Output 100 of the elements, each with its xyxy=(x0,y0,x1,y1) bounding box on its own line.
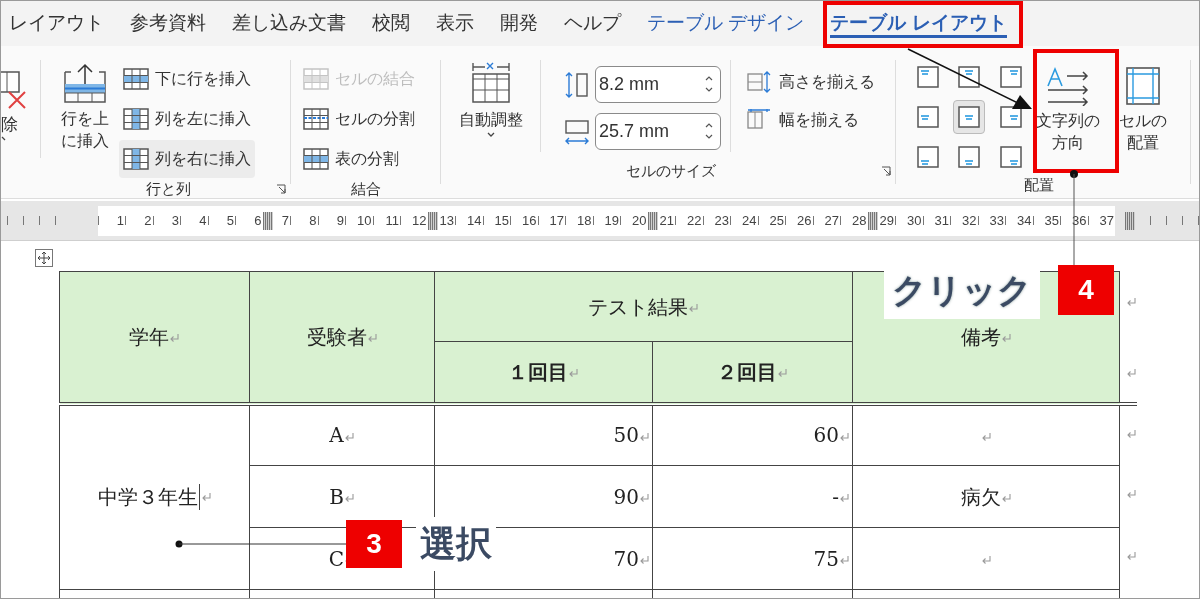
return-icon xyxy=(343,493,355,503)
ruler-number: 7 xyxy=(281,211,290,230)
spin-arrows-icon[interactable] xyxy=(704,74,714,94)
ruler-number: 18 xyxy=(577,211,593,230)
return-icon xyxy=(1126,368,1137,378)
spin-field[interactable]: 8.2 mm xyxy=(595,66,721,103)
column-marker[interactable] xyxy=(262,211,273,230)
return-icon xyxy=(777,368,788,379)
autofit-button[interactable]: 自動調整 xyxy=(441,60,541,152)
ruler-number: 1 xyxy=(116,211,125,230)
return-icon xyxy=(169,333,180,344)
ruler-number: 17 xyxy=(549,211,565,230)
ruler-number: 31 xyxy=(934,211,950,230)
distribute-button[interactable]: 高さを揃える xyxy=(747,70,875,94)
return-icon xyxy=(639,431,650,442)
distribute-columns-icon xyxy=(747,109,771,131)
return-icon xyxy=(1000,333,1012,344)
spin-field[interactable]: 25.7 mm xyxy=(595,113,721,150)
ruler-number: 12 xyxy=(412,211,428,230)
return-icon xyxy=(688,303,699,313)
text-direction-icon xyxy=(1045,66,1091,106)
ribbon-tab[interactable]: テーブル デザイン xyxy=(634,1,818,46)
ruler-number: 33 xyxy=(989,211,1005,230)
insert-button[interactable]: 下に行を挿入 xyxy=(119,60,255,98)
ribbon-tab[interactable]: 校閲 xyxy=(359,1,423,46)
spin-arrows-icon[interactable] xyxy=(704,121,714,141)
return-icon xyxy=(1000,493,1012,503)
align-icon xyxy=(917,66,939,88)
merge-button[interactable]: セルの分割 xyxy=(303,100,440,138)
group-title: セルのサイズ xyxy=(625,160,717,181)
insert-row-above-icon xyxy=(61,62,109,106)
ruler-number: 9 xyxy=(336,211,345,230)
ribbon-tab[interactable]: ヘルプ xyxy=(551,1,634,46)
dialog-launcher-icon[interactable] xyxy=(881,166,891,176)
column-marker[interactable] xyxy=(647,211,658,230)
ruler-number: 16 xyxy=(522,211,538,230)
merge-button[interactable]: 表の分割 xyxy=(303,140,440,178)
column-marker[interactable] xyxy=(427,211,438,230)
insert-button[interactable]: 列を左に挿入 xyxy=(119,100,255,138)
callout-label: 選択 xyxy=(416,517,496,571)
ruler-number: 3 xyxy=(171,211,180,230)
table-insert-icon xyxy=(123,148,149,170)
ribbon-tab[interactable]: 表示 xyxy=(423,1,487,46)
align-icon xyxy=(958,106,981,128)
split-cells-icon xyxy=(303,108,329,130)
ruler-number: 36 xyxy=(1072,211,1088,230)
step-number: 4 xyxy=(1058,265,1114,315)
insert-button[interactable]: 列を右に挿入 xyxy=(119,140,255,178)
ruler-number: 11 xyxy=(385,211,400,230)
ruler-number: 20 xyxy=(632,211,648,230)
distribute-button[interactable]: 幅を揃える xyxy=(747,108,875,132)
ruler-number: 5 xyxy=(226,211,235,230)
column-marker[interactable] xyxy=(1125,211,1135,230)
ribbon-tab[interactable]: 開発 xyxy=(487,1,551,46)
ruler-number: 4 xyxy=(199,211,208,230)
caret-icon xyxy=(485,132,496,138)
ruler-number: 26 xyxy=(797,211,813,230)
column-marker[interactable] xyxy=(867,211,878,230)
group-title: 結合 xyxy=(349,179,382,199)
align-icon xyxy=(917,146,939,168)
return-icon xyxy=(639,493,650,503)
return-icon xyxy=(639,555,650,565)
return-icon xyxy=(839,555,850,565)
ruler-number: 6 xyxy=(254,211,263,230)
return-icon xyxy=(1126,551,1137,561)
ribbon-tab[interactable]: 差し込み文書 xyxy=(219,1,359,46)
ruler-number: 24 xyxy=(742,211,758,230)
merge-cells-icon xyxy=(303,68,329,90)
group-title: 行と列 xyxy=(145,179,192,199)
ribbon-tab[interactable]: レイアウト xyxy=(1,1,117,46)
table-move-handle-icon[interactable] xyxy=(35,249,53,267)
ruler-number: 27 xyxy=(824,211,840,230)
ruler-number: 37 xyxy=(1099,211,1115,230)
ruler-number: 34 xyxy=(1017,211,1033,230)
delete-label: 除 xyxy=(1,114,19,136)
ruler-number: 15 xyxy=(494,211,510,230)
dialog-launcher-icon[interactable] xyxy=(276,184,286,195)
return-icon xyxy=(1126,489,1137,499)
ribbon-tab[interactable]: 参考資料 xyxy=(117,1,219,46)
step-number: 3 xyxy=(346,520,402,568)
table-cell: 60 xyxy=(652,403,853,466)
table-cell: - xyxy=(652,465,853,528)
insert-above-button[interactable]: 行を上 に挿入 xyxy=(55,60,115,178)
return-icon xyxy=(366,333,378,344)
cell-margins-button[interactable]: セルの 配置 xyxy=(1114,60,1172,174)
ruler-number: 28 xyxy=(852,211,868,230)
text-direction-button[interactable]: 文字列の 方向 xyxy=(1028,60,1108,174)
ruler-number: 13 xyxy=(439,211,455,230)
ruler-number: 22 xyxy=(687,211,703,230)
return-icon xyxy=(839,431,850,442)
align-icon xyxy=(999,106,1022,128)
table-cell: 病欠 xyxy=(852,465,1120,528)
return-icon xyxy=(343,431,355,442)
ruler-number: 30 xyxy=(907,211,923,230)
return-icon xyxy=(980,555,992,565)
table-cell: 中学３年生 xyxy=(59,403,250,590)
ruler-number: 19 xyxy=(604,211,620,230)
cell-margins-icon xyxy=(1123,66,1163,106)
distribute-rows-icon xyxy=(747,71,771,93)
ribbon-tab[interactable]: テーブル レイアウト xyxy=(817,1,1020,46)
